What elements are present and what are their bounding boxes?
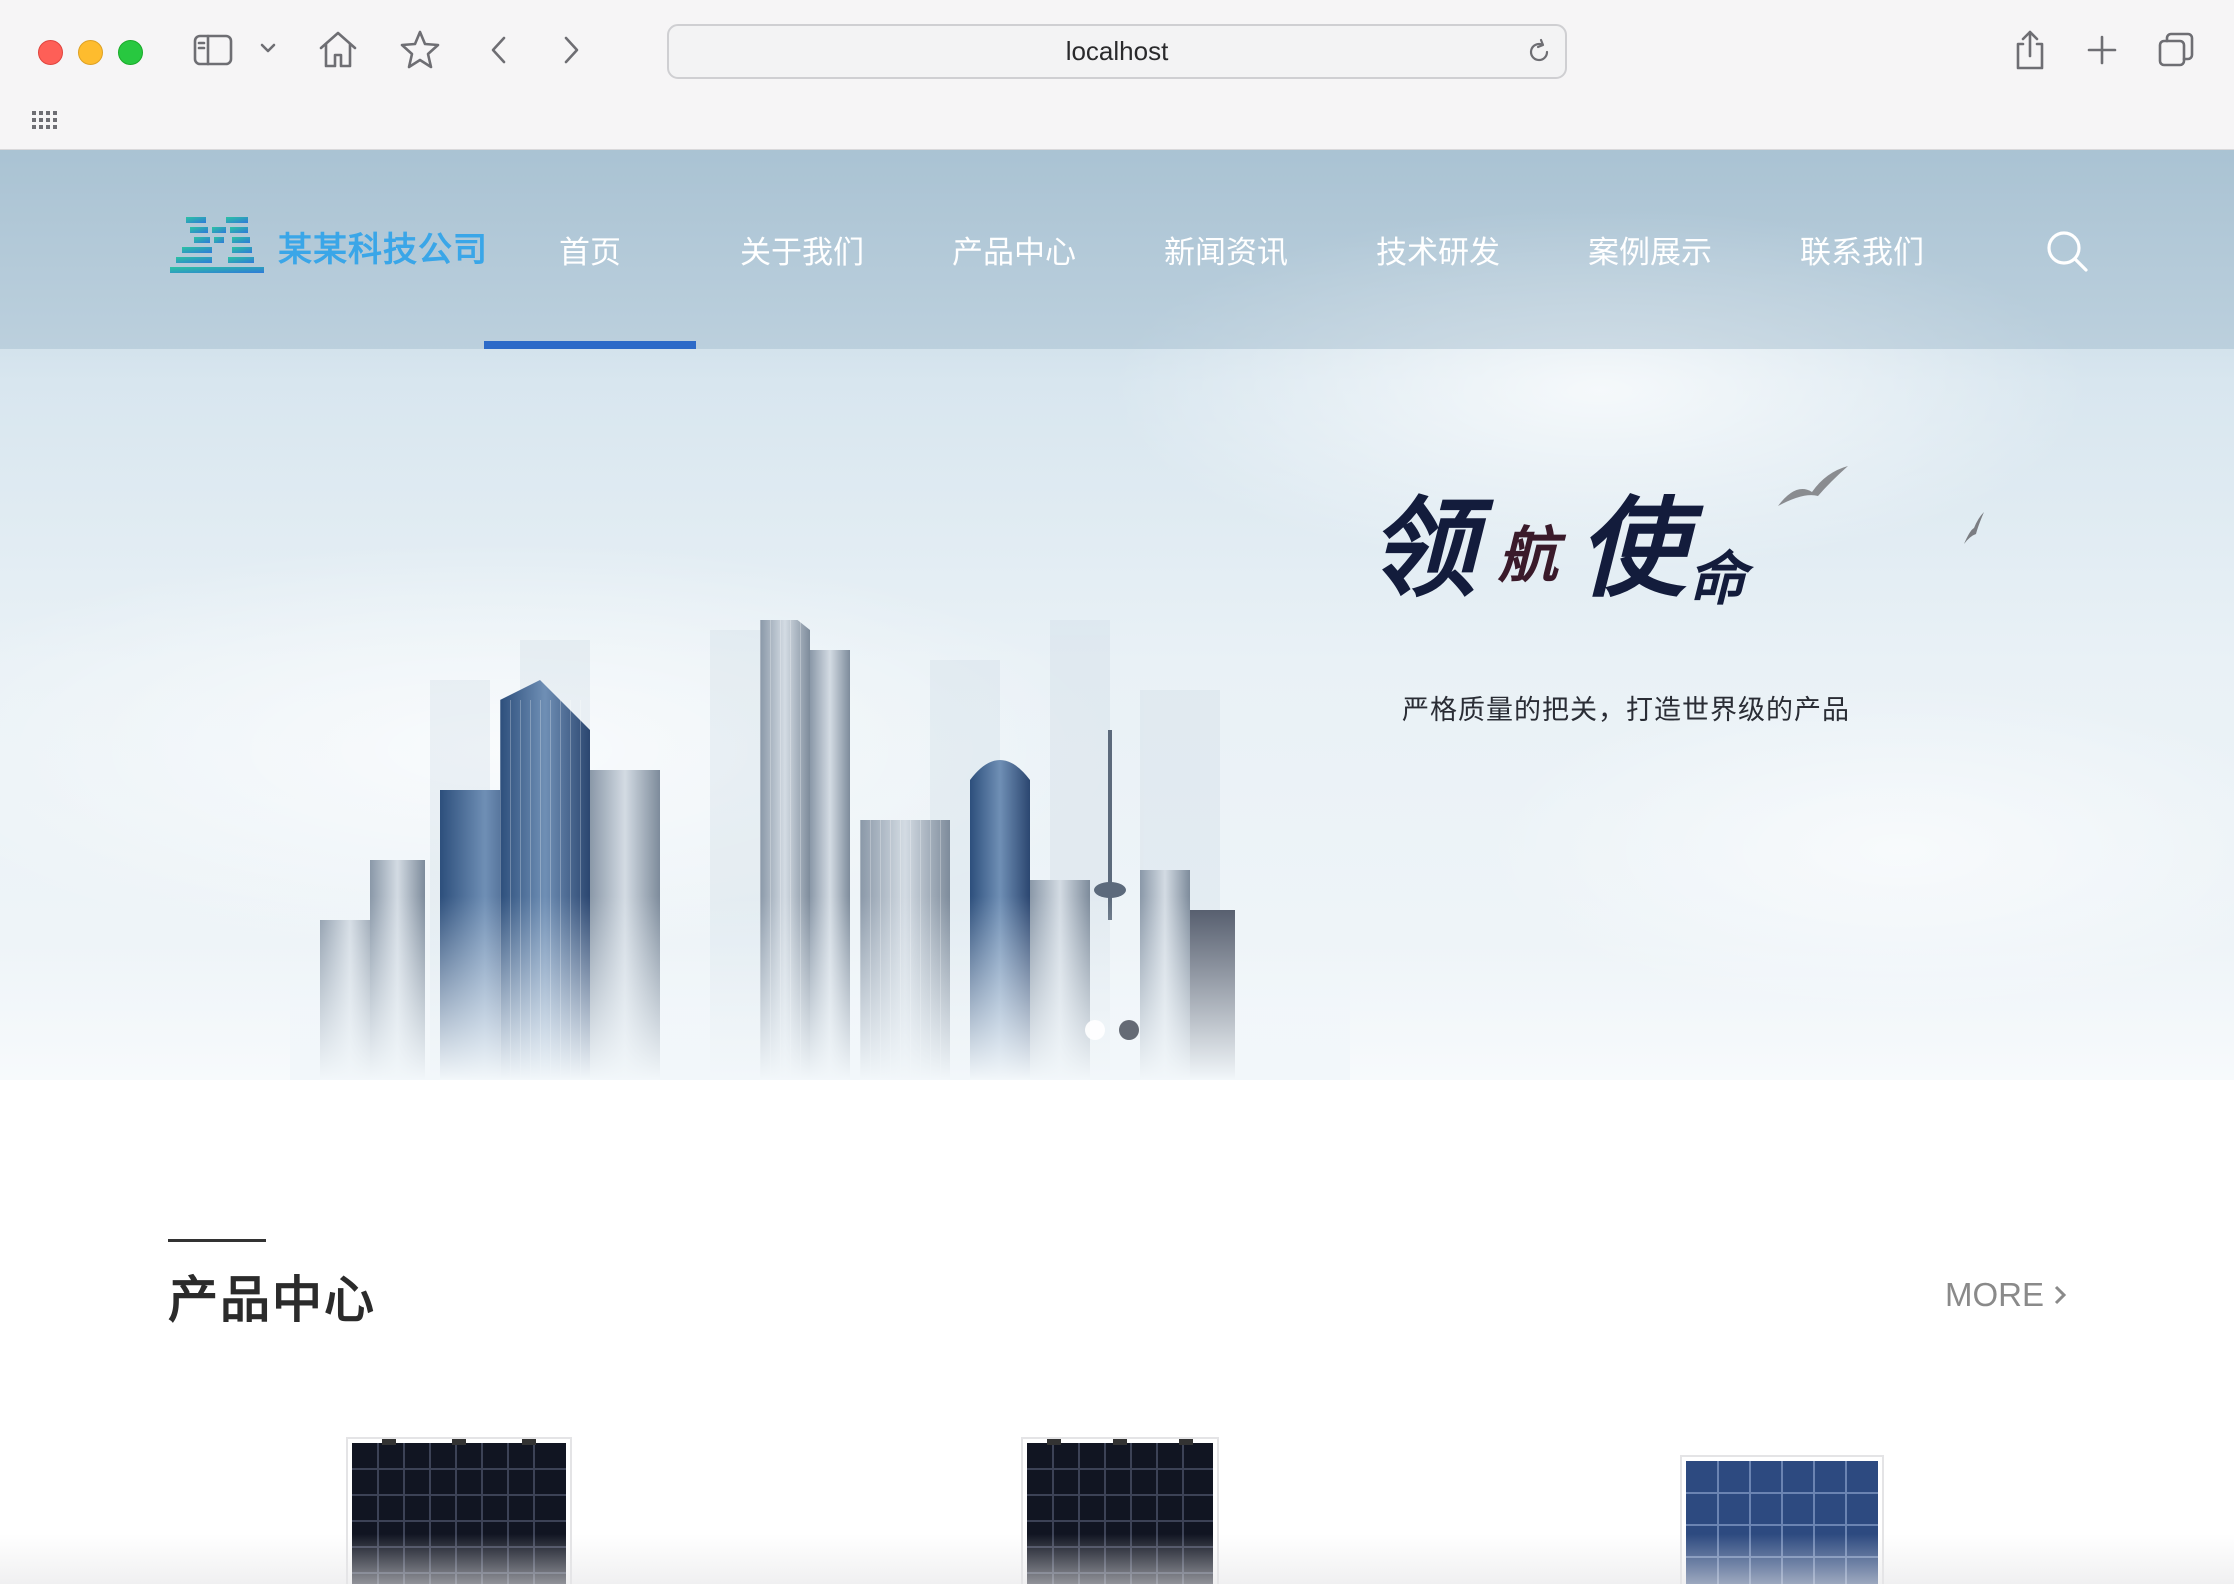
- slogan-char-2: 航: [1498, 521, 1558, 591]
- zoom-window-button[interactable]: [118, 40, 143, 65]
- nav-item-news[interactable]: 新闻资讯: [1120, 150, 1332, 349]
- tab-overview-icon[interactable]: [2156, 30, 2196, 70]
- nav-item-about[interactable]: 关于我们: [696, 150, 908, 349]
- hero-slogan: 领 航 使 命: [1368, 462, 1888, 632]
- page-bottom-shadow: [0, 1534, 2234, 1584]
- slogan-char-1: 领: [1368, 486, 1477, 612]
- bookmark-star-icon[interactable]: [398, 28, 442, 70]
- carousel-indicators: [1085, 1020, 1139, 1040]
- nav-label: 联系我们: [1800, 235, 1924, 270]
- slogan-char-3: 使: [1578, 486, 1687, 612]
- company-logo-icon: [170, 217, 264, 273]
- search-icon[interactable]: [2044, 228, 2090, 274]
- forward-icon[interactable]: [556, 30, 586, 70]
- more-link[interactable]: MORE: [1945, 1276, 2068, 1314]
- close-window-button[interactable]: [38, 40, 63, 65]
- reload-icon[interactable]: [1525, 38, 1553, 66]
- nav-item-cases[interactable]: 案例展示: [1544, 150, 1756, 349]
- site-header: 某某科技公司 首页 关于我们 产品中心 新闻资讯 技术研发 案例展示 联系我们: [0, 150, 2234, 349]
- nav-label: 新闻资讯: [1164, 235, 1288, 270]
- nav-label: 技术研发: [1376, 235, 1500, 270]
- back-icon[interactable]: [484, 30, 514, 70]
- web-page: 领 航 使 命 严格质量的把关，打造世界级的产品 某某科技公司 首页 关于我们 …: [0, 150, 2234, 1584]
- main-nav: 首页 关于我们 产品中心 新闻资讯 技术研发 案例展示 联系我们: [484, 150, 1968, 349]
- sidebar-icon[interactable]: [192, 32, 234, 68]
- apps-grid-icon[interactable]: [30, 108, 58, 132]
- site-logo[interactable]: 某某科技公司: [168, 215, 488, 277]
- share-icon[interactable]: [2012, 28, 2048, 72]
- chevron-down-icon[interactable]: [258, 40, 278, 56]
- nav-item-contact[interactable]: 联系我们: [1756, 150, 1968, 349]
- carousel-dot-1[interactable]: [1085, 1020, 1105, 1040]
- nav-label: 案例展示: [1588, 235, 1712, 270]
- browser-toolbar: localhost: [0, 0, 2234, 150]
- more-label: MORE: [1945, 1276, 2044, 1313]
- address-text: localhost: [1065, 36, 1169, 66]
- chevron-right-icon: [2054, 1285, 2067, 1305]
- slogan-char-4: 命: [1688, 545, 1747, 613]
- section-title-underline: [168, 1239, 266, 1242]
- address-bar[interactable]: localhost: [667, 24, 1567, 79]
- seagull-small-image: [1964, 512, 1984, 544]
- nav-label: 产品中心: [952, 235, 1076, 270]
- hero-banner: 领 航 使 命 严格质量的把关，打造世界级的产品 某某科技公司 首页 关于我们 …: [0, 150, 2234, 1080]
- hero-tagline: 严格质量的把关，打造世界级的产品: [1402, 695, 1850, 725]
- minimize-window-button[interactable]: [78, 40, 103, 65]
- logo-text: 某某科技公司: [278, 229, 488, 270]
- city-skyline-image: [290, 620, 1350, 1080]
- section-title: 产品中心: [168, 1272, 376, 1328]
- nav-item-products[interactable]: 产品中心: [908, 150, 1120, 349]
- home-icon[interactable]: [316, 28, 360, 70]
- carousel-dot-2[interactable]: [1119, 1020, 1139, 1040]
- nav-label: 关于我们: [740, 235, 864, 270]
- nav-label: 首页: [559, 235, 621, 270]
- nav-item-research[interactable]: 技术研发: [1332, 150, 1544, 349]
- nav-item-home[interactable]: 首页: [484, 150, 696, 349]
- new-tab-icon[interactable]: [2084, 32, 2120, 68]
